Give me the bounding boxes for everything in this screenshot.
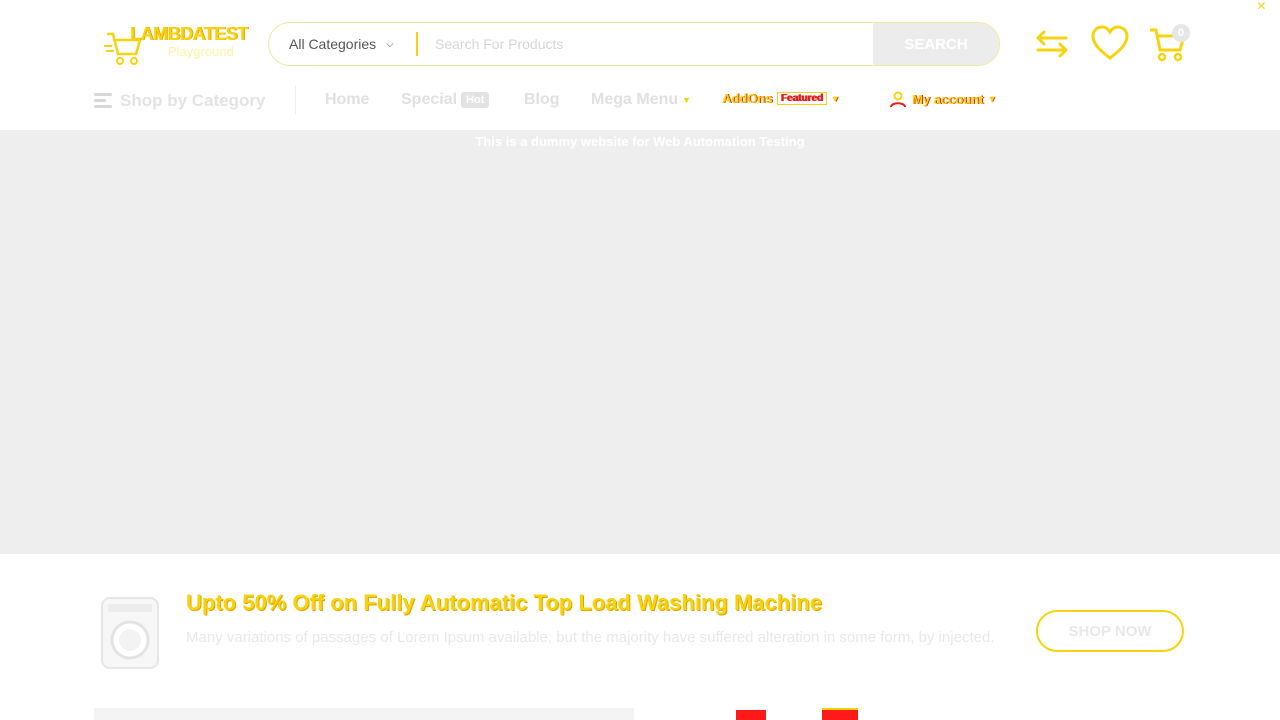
compare-icon[interactable] [1032,24,1072,64]
logo-title: LAMBDATEST [130,24,248,44]
featured-badge: Featured [776,92,827,105]
nav-divider [295,86,296,114]
banner-notice: This is a dummy website for Web Automati… [475,134,805,149]
site-header: × LAMBDATEST Playground All Categories ⌵… [0,0,1280,130]
caret-down-icon: ▼ [830,93,840,104]
hot-badge: Hot [461,92,490,108]
chevron-down-icon: ⌵ [386,38,394,50]
hero-banner: This is a dummy website for Web Automati… [0,130,1280,554]
nav-item-mega-menu[interactable]: Mega Menu ▼ [591,91,691,109]
category-select-label: All Categories [289,36,377,52]
search-button[interactable]: SEARCH [873,23,999,65]
search-input[interactable] [419,23,874,65]
washing-machine-icon [101,597,159,669]
promo-section: Upto 50% Off on Fully Automatic Top Load… [0,554,1280,720]
menu-icon [94,90,112,111]
page: × LAMBDATEST Playground All Categories ⌵… [0,0,1280,720]
red-tag [822,708,858,720]
user-icon [890,91,906,107]
nav-item-blog[interactable]: Blog [524,91,560,109]
search-divider [416,32,418,56]
cart-count-badge: 0 [1172,24,1190,42]
close-icon[interactable]: × [1257,0,1266,16]
logo-subtitle: Playground [168,44,234,59]
logo[interactable]: LAMBDATEST Playground [104,22,254,70]
nav-item-special-label: Special [401,91,458,108]
main-nav: Shop by Category Home Special Hot Blog M… [0,82,1280,118]
shop-now-button[interactable]: SHOP NOW [1036,610,1184,652]
chevron-down-icon: ▼ [987,94,997,104]
nav-item-my-account[interactable]: My account ▼ [890,91,996,107]
nav-item-mega-menu-label: Mega Menu [591,91,679,108]
category-select[interactable]: All Categories ⌵ [269,23,417,65]
heart-icon[interactable] [1090,24,1130,64]
nav-item-my-account-label: My account [912,91,984,107]
red-tag [736,710,766,720]
nav-item-addons[interactable]: AddOns Featured ▼ [722,91,840,106]
shop-by-category-label: Shop by Category [120,90,266,110]
nav-item-addons-label: AddOns [722,91,773,106]
promo-title: Upto 50% Off on Fully Automatic Top Load… [186,590,822,615]
search-bar: All Categories ⌵ SEARCH [268,22,1000,66]
content-strip [94,708,634,720]
caret-down-icon: ▼ [682,95,692,105]
nav-item-home[interactable]: Home [325,91,369,109]
promo-description: Many variations of passages of Lorem Ips… [186,629,995,646]
nav-item-special[interactable]: Special Hot [401,91,490,109]
shop-by-category-button[interactable]: Shop by Category [94,90,265,111]
